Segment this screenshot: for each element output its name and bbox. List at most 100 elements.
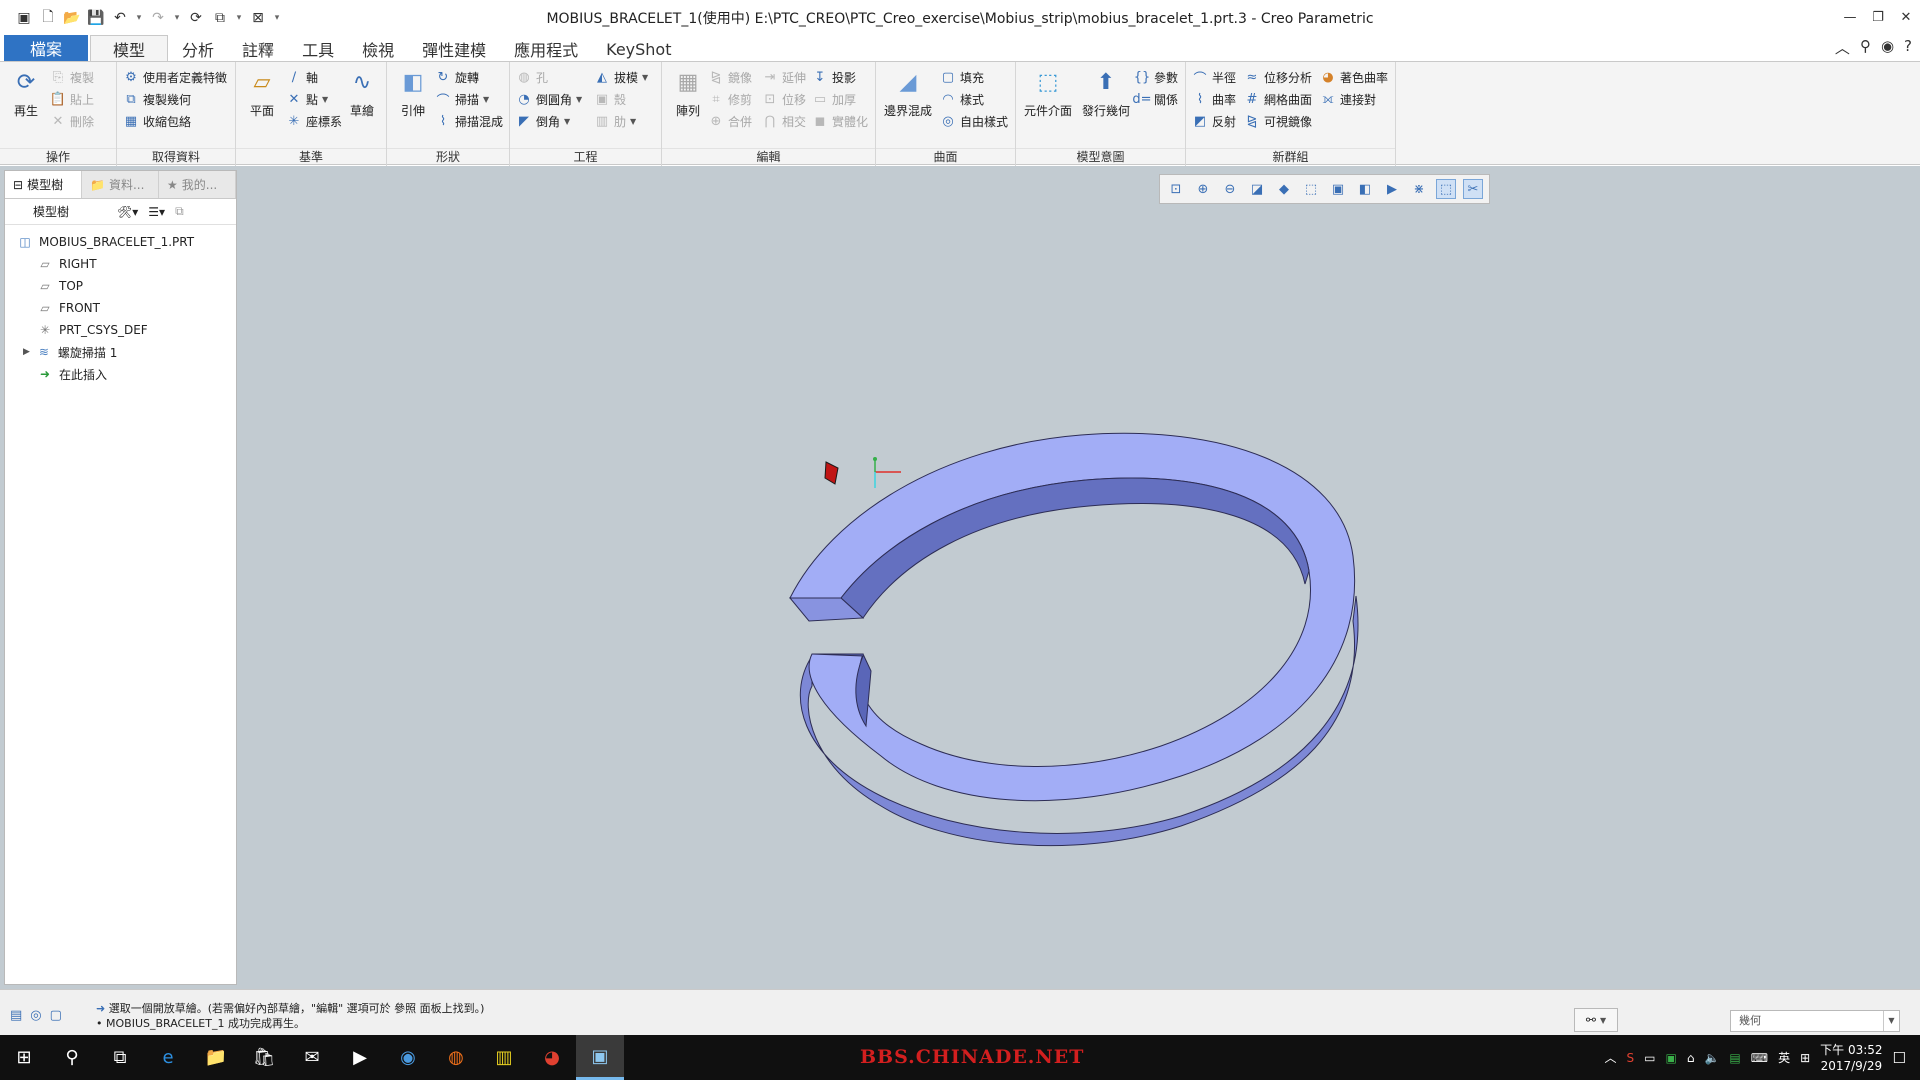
solidify-button[interactable]: ◼ 實體化 bbox=[812, 110, 868, 132]
visible-mirror-button[interactable]: ⧎ 可視鏡像 bbox=[1244, 110, 1312, 132]
tree-filter-icon[interactable]: ⧉ bbox=[175, 204, 184, 219]
tree-node-part[interactable]: ◫ MOBIUS_BRACELET_1.PRT bbox=[5, 231, 236, 253]
tab-model-tree[interactable]: ⊟ 模型樹 bbox=[5, 171, 82, 198]
paste-button[interactable]: 📋 貼上 bbox=[50, 88, 94, 110]
firefox-icon[interactable]: ◍ bbox=[432, 1035, 480, 1080]
tab-applications[interactable]: 應用程式 bbox=[500, 37, 592, 61]
tab-flexible-modeling[interactable]: 彈性建模 bbox=[408, 37, 500, 61]
extend-button[interactable]: ⇥ 延伸 bbox=[762, 66, 806, 88]
tab-keyshot[interactable]: KeyShot bbox=[592, 37, 685, 61]
ime-mode-icon[interactable]: ⊞ bbox=[1800, 1051, 1810, 1065]
undo-dropdown-icon[interactable]: ▾ bbox=[134, 8, 144, 28]
tree-node-csys[interactable]: ✳ PRT_CSYS_DEF bbox=[5, 319, 236, 341]
round-button[interactable]: ◔ 倒圓角 ▼ bbox=[516, 88, 582, 110]
open-folder-icon[interactable]: 📂 bbox=[62, 8, 82, 28]
project-button[interactable]: ↧ 投影 bbox=[812, 66, 856, 88]
group-label-shapes[interactable]: 形狀 bbox=[387, 148, 509, 164]
group-label-operations[interactable]: 操作 bbox=[0, 148, 116, 164]
tree-node-insert-here[interactable]: ➜ 在此插入 bbox=[5, 363, 236, 385]
tray-expand-icon[interactable]: ︿ bbox=[1604, 1049, 1616, 1066]
tree-node-front[interactable]: ▱ FRONT bbox=[5, 297, 236, 319]
mail-icon[interactable]: ✉ bbox=[288, 1035, 336, 1080]
clock[interactable]: 下午 03:52 2017/9/29 bbox=[1820, 1042, 1882, 1074]
parameters-button[interactable]: {} 參數 bbox=[1134, 66, 1178, 88]
windows-dropdown-icon[interactable]: ▾ bbox=[234, 8, 244, 28]
tree-settings-icon[interactable]: 🛠▾ bbox=[117, 205, 138, 219]
csys-button[interactable]: ✳ 座標系 bbox=[286, 110, 342, 132]
search-icon[interactable]: ⚲ bbox=[48, 1035, 96, 1080]
extrude-button[interactable]: ◧ 引伸 bbox=[391, 66, 435, 119]
color-curvature-button[interactable]: ◕ 著色曲率 bbox=[1320, 66, 1388, 88]
tab-favorites[interactable]: ★ 我的... bbox=[159, 171, 236, 198]
start-icon[interactable]: ⊞ bbox=[0, 1035, 48, 1080]
component-interface-button[interactable]: ⬚ 元件介面 bbox=[1020, 66, 1076, 119]
tab-folder-browser[interactable]: 📁 資料... bbox=[82, 171, 159, 198]
tab-file[interactable]: 檔案 bbox=[4, 35, 89, 61]
mesh-surface-button[interactable]: # 網格曲面 bbox=[1244, 88, 1312, 110]
group-label-model-intent[interactable]: 模型意圖 bbox=[1016, 148, 1185, 164]
toggle-navigator-icon[interactable]: ▤ bbox=[10, 1008, 22, 1023]
search-icon[interactable]: ⚲ bbox=[1860, 37, 1871, 58]
task-view-icon[interactable]: ⧉ bbox=[96, 1035, 144, 1080]
keyboard-icon[interactable]: ⌨ bbox=[1751, 1051, 1768, 1065]
shell-button[interactable]: ▣ 殼 bbox=[594, 88, 626, 110]
tab-view[interactable]: 檢視 bbox=[348, 37, 408, 61]
browser-globe-icon[interactable]: ◉ bbox=[384, 1035, 432, 1080]
maximize-icon[interactable]: ❐ bbox=[1864, 0, 1892, 35]
tree-node-top[interactable]: ▱ TOP bbox=[5, 275, 236, 297]
store-icon[interactable]: 🛍 bbox=[240, 1035, 288, 1080]
copy-button[interactable]: ⎘ 複製 bbox=[50, 66, 94, 88]
shrinkwrap-button[interactable]: ▦ 收縮包絡 bbox=[123, 110, 191, 132]
ime-indicator[interactable]: 英 bbox=[1778, 1049, 1790, 1066]
trim-button[interactable]: ⌗ 修剪 bbox=[708, 88, 752, 110]
group-label-editing[interactable]: 編輯 bbox=[662, 148, 875, 164]
file-explorer-icon[interactable]: 📁 bbox=[192, 1035, 240, 1080]
tree-node-helical-sweep[interactable]: ▶ ≋ 螺旋掃描 1 bbox=[5, 341, 236, 363]
redo-dropdown-icon[interactable]: ▾ bbox=[172, 8, 182, 28]
tree-node-right[interactable]: ▱ RIGHT bbox=[5, 253, 236, 275]
revolve-button[interactable]: ↻ 旋轉 bbox=[435, 66, 479, 88]
sketch-button[interactable]: ∿ 草繪 bbox=[340, 66, 384, 119]
offset-button[interactable]: ⊡ 位移 bbox=[762, 88, 806, 110]
volume-icon[interactable]: 🔈 bbox=[1704, 1051, 1719, 1065]
regenerate-icon[interactable]: ⟳ bbox=[186, 8, 206, 28]
tab-tools[interactable]: 工具 bbox=[288, 37, 348, 61]
fill-button[interactable]: ▢ 填充 bbox=[940, 66, 984, 88]
toggle-browser-icon[interactable]: ◎ bbox=[30, 1008, 41, 1023]
new-file-icon[interactable]: 🗋 bbox=[38, 8, 58, 28]
publish-geometry-button[interactable]: ⬆ 發行幾何 bbox=[1078, 66, 1134, 119]
group-label-new-group[interactable]: 新群組 bbox=[1186, 148, 1395, 164]
relations-button[interactable]: d= 關係 bbox=[1132, 88, 1178, 110]
rib-button[interactable]: ▥ 肋 ▼ bbox=[594, 110, 636, 132]
sticky-notes-icon[interactable]: ▥ bbox=[480, 1035, 528, 1080]
regenerate-button[interactable]: ⟳ 再生 bbox=[4, 66, 48, 119]
style-button[interactable]: ◠ 樣式 bbox=[940, 88, 984, 110]
app-menu-icon[interactable]: ▣ bbox=[14, 8, 34, 28]
axis-button[interactable]: ∕ 軸 bbox=[286, 66, 318, 88]
reflection-button[interactable]: ◩ 反射 bbox=[1192, 110, 1236, 132]
community-icon[interactable]: ◉ bbox=[1881, 37, 1894, 58]
collapse-ribbon-icon[interactable]: ︿ bbox=[1835, 37, 1850, 58]
mirror-button[interactable]: ⧎ 鏡像 bbox=[708, 66, 752, 88]
chamfer-button[interactable]: ◤ 倒角 ▼ bbox=[516, 110, 570, 132]
delete-button[interactable]: ✕ 刪除 bbox=[50, 110, 94, 132]
creo-app-icon[interactable]: ▣ bbox=[576, 1035, 624, 1080]
copy-geometry-button[interactable]: ⧉ 複製幾何 bbox=[123, 88, 191, 110]
tray-green-icon[interactable]: ▣ bbox=[1665, 1051, 1676, 1065]
network-icon[interactable]: ⌂ bbox=[1687, 1051, 1695, 1065]
graphics-viewport[interactable]: ⊡ ⊕ ⊖ ◪ ◆ ⬚ ▣ ◧ ▶ ⋇ ⬚ ✂ bbox=[241, 166, 1920, 989]
offset-analysis-button[interactable]: ≈ 位移分析 bbox=[1244, 66, 1312, 88]
hole-button[interactable]: ◍ 孔 bbox=[516, 66, 548, 88]
save-icon[interactable]: 💾 bbox=[86, 8, 106, 28]
curvature-button[interactable]: ⌇ 曲率 bbox=[1192, 88, 1236, 110]
thicken-button[interactable]: ▭ 加厚 bbox=[812, 88, 856, 110]
merge-button[interactable]: ⊕ 合併 bbox=[708, 110, 752, 132]
group-label-datum[interactable]: 基準 bbox=[236, 148, 386, 164]
close-icon[interactable]: ✕ bbox=[1892, 0, 1920, 35]
point-button[interactable]: ✕ 點 ▼ bbox=[286, 88, 329, 110]
tree-columns-icon[interactable]: ☰▾ bbox=[148, 205, 165, 219]
pattern-button[interactable]: ▦ 陣列 bbox=[666, 66, 710, 119]
full-screen-icon[interactable]: ▢ bbox=[50, 1008, 62, 1023]
help-icon[interactable]: ? bbox=[1904, 37, 1912, 58]
group-label-surfaces[interactable]: 曲面 bbox=[876, 148, 1015, 164]
